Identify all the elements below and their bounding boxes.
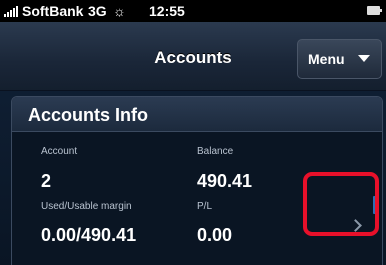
- panel-title: Accounts Info: [28, 105, 148, 125]
- caret-down-icon: [358, 55, 370, 62]
- panel-header: Accounts Info: [12, 97, 382, 132]
- pl-value: 0.00: [197, 225, 233, 245]
- highlight-annotation: [303, 172, 379, 236]
- account-value: 2: [41, 171, 52, 191]
- navigation-bar: Accounts Menu: [0, 22, 386, 91]
- carrier-name: SoftBank: [22, 3, 84, 19]
- signal-icon: [4, 5, 20, 17]
- menu-button[interactable]: Menu: [297, 39, 382, 79]
- margin-value: 0.00/490.41: [41, 225, 137, 245]
- balance-value: 490.41: [197, 171, 253, 191]
- status-time: 12:55: [149, 3, 185, 19]
- app-screen: SoftBank 3G ☼ 12:55 Accounts Menu Accoun…: [0, 0, 386, 265]
- activity-icon: ☼: [113, 3, 126, 19]
- margin-label: Used/Usable margin: [41, 201, 132, 212]
- pl-label: P/L: [197, 201, 213, 212]
- battery-icon: [367, 6, 382, 15]
- account-label: Account: [41, 146, 78, 157]
- balance-label: Balance: [197, 146, 234, 157]
- network-type: 3G: [88, 3, 107, 19]
- status-bar: SoftBank 3G ☼ 12:55: [0, 0, 386, 22]
- menu-button-label: Menu: [308, 51, 345, 67]
